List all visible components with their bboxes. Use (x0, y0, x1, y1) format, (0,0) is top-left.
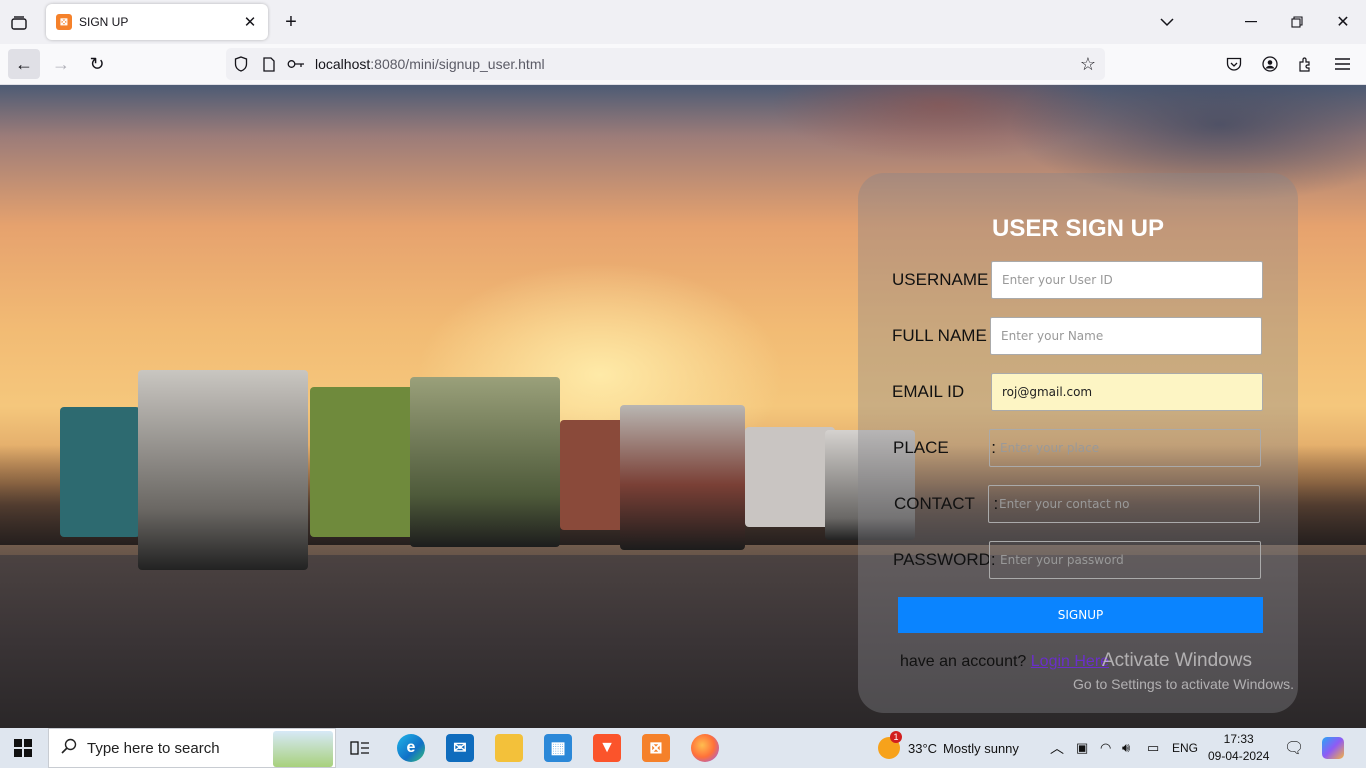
url-bar[interactable]: localhost:8080/mini/signup_user.html ☆ (226, 48, 1105, 80)
account-icon[interactable] (1260, 53, 1280, 75)
signup-button[interactable]: SIGNUP (898, 597, 1263, 633)
page-background: USER SIGN UP USERNAME : FULL NAME : EMAI… (0, 85, 1366, 728)
watermark-subtitle: Go to Settings to activate Windows. (1073, 676, 1294, 692)
activate-windows-watermark: Activate Windows Go to Settings to activ… (1073, 650, 1294, 692)
volume-icon[interactable]: 🔊︎ (1122, 728, 1130, 768)
truck-image-1 (60, 407, 140, 537)
extensions-icon[interactable] (1296, 53, 1316, 75)
search-icon (61, 738, 77, 759)
fullname-input[interactable] (990, 317, 1262, 355)
email-input[interactable] (991, 373, 1263, 411)
username-label: USERNAME : (892, 270, 998, 289)
clock-date: 09-04-2024 (1208, 749, 1270, 763)
minimize-icon[interactable] (1240, 10, 1262, 34)
task-view-icon[interactable] (346, 734, 374, 762)
close-window-icon[interactable]: ✕ (1332, 10, 1354, 34)
have-account-text: have an account? (900, 653, 1027, 670)
wifi-icon[interactable]: ◠ (1100, 728, 1111, 768)
place-input[interactable] (989, 429, 1261, 467)
url-path: :8080/mini/signup_user.html (370, 56, 545, 72)
truck-image-2 (138, 370, 308, 570)
signup-heading: USER SIGN UP (991, 215, 1165, 242)
xampp-control-icon[interactable]: ⊠ (642, 734, 670, 762)
weather-widget[interactable]: 1 33°C Mostly sunny (878, 728, 1019, 768)
browser-tab-bar: ⊠ SIGN UP ✕ + ✕ (0, 0, 1366, 44)
windows-taskbar: Type here to search e ✉ ▦ ▼ ⊠ 1 33°C Mos… (0, 728, 1366, 768)
search-placeholder: Type here to search (87, 739, 220, 757)
url-host: localhost (315, 56, 371, 72)
password-label: PASSWORD: (893, 550, 996, 569)
truck-image-3 (310, 387, 422, 537)
browser-nav-bar: ← → ↻ localhost:8080/mini/signup_user.ht… (0, 44, 1366, 85)
weather-temperature: 33°C (908, 740, 938, 756)
taskbar-search-box[interactable]: Type here to search (48, 728, 336, 768)
fullname-label: FULL NAME : (892, 326, 997, 345)
tab-title: SIGN UP (79, 15, 129, 29)
browser-tab-active[interactable]: ⊠ SIGN UP ✕ (46, 4, 268, 40)
place-label: PLACE : (893, 438, 996, 457)
xampp-favicon-icon: ⊠ (56, 14, 72, 30)
list-tabs-chevron-icon[interactable] (1156, 10, 1178, 34)
password-input[interactable] (989, 541, 1261, 579)
tab-close-icon[interactable]: ✕ (242, 13, 258, 31)
truck-image-6 (620, 405, 745, 550)
tab-overview-icon[interactable] (8, 12, 30, 34)
battery-icon[interactable]: ▭ (1147, 728, 1159, 768)
brave-browser-icon[interactable]: ▼ (593, 734, 621, 762)
clock-time: 17:33 (1223, 732, 1254, 746)
unicorn-search-highlight-icon (273, 731, 333, 767)
back-icon[interactable]: ← (8, 49, 40, 79)
weather-alert-badge: 1 (890, 731, 902, 743)
truck-image-4 (410, 377, 560, 547)
mail-icon[interactable]: ✉ (446, 734, 474, 762)
forward-icon[interactable]: → (46, 49, 76, 79)
tray-chevron-up-icon[interactable]: ︿ (1050, 728, 1064, 768)
email-label: EMAIL ID : (892, 382, 998, 401)
url-text[interactable]: localhost:8080/mini/signup_user.html (315, 56, 545, 72)
signup-card: USER SIGN UP USERNAME : FULL NAME : EMAI… (858, 173, 1298, 713)
menu-hamburger-icon[interactable] (1332, 53, 1352, 75)
key-icon[interactable] (286, 55, 306, 73)
notifications-icon[interactable]: 🗨︎ (1284, 728, 1304, 768)
truck-image-7 (745, 427, 835, 527)
restore-icon[interactable] (1286, 10, 1308, 34)
meet-now-icon[interactable]: ▣ (1076, 728, 1088, 768)
copilot-icon[interactable] (1322, 728, 1344, 768)
weather-condition: Mostly sunny (943, 740, 1019, 756)
reload-icon[interactable]: ↻ (82, 49, 112, 79)
clock[interactable]: 17:33 09-04-2024 (1208, 728, 1269, 768)
contact-input[interactable] (988, 485, 1260, 523)
weather-sun-icon: 1 (878, 731, 902, 759)
language-indicator[interactable]: ENG (1172, 728, 1198, 768)
pocket-icon[interactable] (1224, 53, 1244, 75)
edge-browser-icon[interactable]: e (397, 734, 425, 762)
new-tab-icon[interactable]: + (280, 10, 302, 34)
bookmark-star-icon[interactable]: ☆ (1078, 54, 1098, 74)
file-explorer-icon[interactable] (495, 734, 523, 762)
page-info-icon[interactable] (260, 55, 278, 73)
windows-start-icon[interactable] (12, 738, 34, 758)
microsoft-store-icon[interactable]: ▦ (544, 734, 572, 762)
firefox-browser-icon[interactable] (691, 734, 719, 762)
watermark-title: Activate Windows (1102, 650, 1252, 671)
tracking-shield-icon[interactable] (232, 55, 250, 73)
username-input[interactable] (991, 261, 1263, 299)
contact-label: CONTACT : (894, 494, 999, 513)
